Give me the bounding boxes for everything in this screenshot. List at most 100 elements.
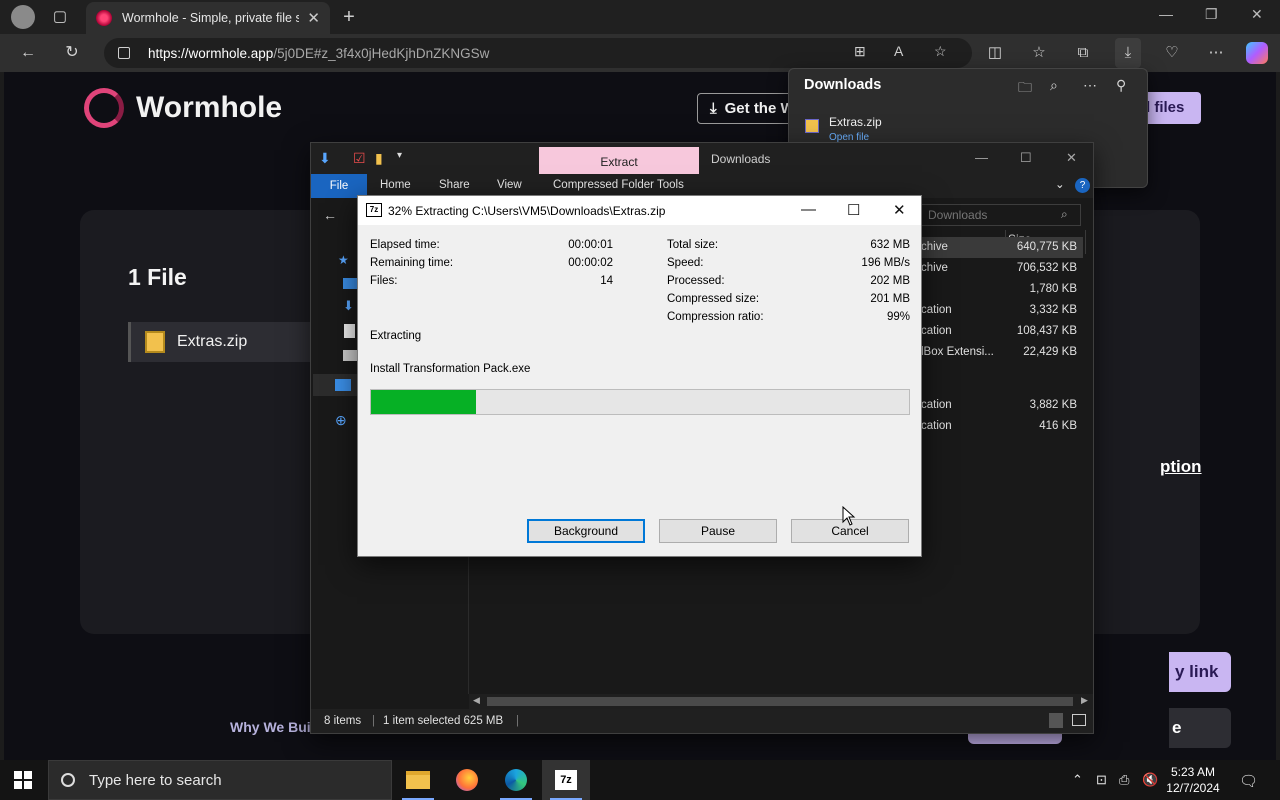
downloads-folder-icon[interactable]: ⬇ [343, 298, 354, 314]
more-options-icon[interactable]: ⋯ [1083, 77, 1097, 94]
app-available-icon[interactable]: ⊞ [854, 43, 866, 60]
maximize-window-icon[interactable]: ☐ [1020, 150, 1032, 166]
edge-taskbar-button[interactable] [492, 760, 540, 800]
minimize-dialog-icon[interactable]: — [801, 201, 816, 218]
ribbon-tab-home[interactable]: Home [380, 179, 411, 191]
download-item-name[interactable]: Extras.zip [829, 115, 882, 129]
option-link[interactable]: ption [1160, 457, 1202, 477]
file-size: 706,532 KB [1016, 262, 1077, 274]
help-icon[interactable]: ? [1075, 178, 1090, 193]
read-aloud-icon[interactable]: A [894, 43, 903, 59]
favorite-star-icon[interactable]: ☆ [934, 43, 947, 60]
stat-label: Processed: [667, 275, 725, 287]
open-folder-icon[interactable]: 🗀 [1018, 77, 1032, 101]
ribbon-tab-share[interactable]: Share [439, 179, 470, 191]
pin-icon[interactable]: ⚲ [1116, 77, 1126, 94]
browser-tab-wormhole[interactable]: Wormhole - Simple, private file sh ✕ [86, 2, 330, 34]
close-window-icon[interactable]: ✕ [1066, 150, 1077, 166]
stat-label: Speed: [667, 257, 704, 269]
notification-center-icon[interactable]: 🗨 [1239, 772, 1258, 790]
close-window-icon[interactable]: ✕ [1251, 6, 1263, 23]
7zip-icon: 7z [555, 770, 577, 790]
close-dialog-icon[interactable]: ✕ [893, 201, 906, 219]
pictures-folder-icon[interactable] [343, 350, 357, 361]
new-folder-icon[interactable]: ▮ [375, 150, 383, 167]
details-view-icon[interactable] [1049, 713, 1063, 728]
scroll-right-icon[interactable]: ▶ [1081, 695, 1088, 706]
favorites-icon[interactable]: ☆ [1027, 42, 1051, 64]
documents-folder-icon[interactable] [344, 324, 355, 338]
extract-tab[interactable]: Extract [539, 147, 699, 175]
current-file-name: Install Transformation Pack.exe [370, 363, 531, 375]
horizontal-scrollbar[interactable]: ◀ ▶ [469, 694, 1093, 709]
show-hidden-icons-icon[interactable]: ⌃ [1072, 772, 1083, 788]
browser-essentials-icon[interactable]: ♡ [1160, 42, 1184, 64]
ribbon-tab-compressed-folder-tools[interactable]: Compressed Folder Tools [553, 179, 684, 191]
quick-access-download-icon[interactable]: ⬇ [319, 150, 331, 167]
split-screen-icon[interactable]: ◫ [983, 42, 1007, 64]
scroll-left-icon[interactable]: ◀ [473, 695, 480, 706]
file-row[interactable]: chive 640,775 KB [919, 237, 1083, 258]
close-tab-icon[interactable]: ✕ [307, 9, 320, 27]
address-bar[interactable]: https://wormhole.app /5j0DE#z_3f4x0jHedK… [104, 38, 972, 68]
quick-access-star-icon[interactable]: ★ [338, 253, 349, 267]
dialog-title-bar: 7z 32% Extracting C:\Users\VM5\Downloads… [358, 196, 921, 225]
footer-link[interactable]: Why We Buil [230, 719, 314, 735]
file-row[interactable]: cation 3,332 KB [919, 300, 1083, 321]
stat-value: 14 [600, 275, 613, 287]
maximize-dialog-icon[interactable]: ☐ [847, 201, 860, 219]
stat-value: 632 MB [870, 239, 910, 251]
copilot-icon[interactable] [1246, 42, 1268, 64]
file-row[interactable]: cation 416 KB [919, 416, 1083, 437]
network-icon[interactable]: ⎙ [1119, 772, 1129, 788]
expand-ribbon-icon[interactable]: ⌄ [1055, 177, 1065, 191]
properties-icon[interactable]: ☑ [353, 150, 366, 167]
firefox-taskbar-button[interactable] [443, 760, 491, 800]
copy-link-button[interactable]: y link [1169, 652, 1231, 692]
ribbon-tab-view[interactable]: View [497, 179, 522, 191]
start-windows-icon[interactable] [14, 771, 32, 789]
file-row[interactable]: 1,780 KB [919, 279, 1083, 300]
file-row[interactable]: cation 108,437 KB [919, 321, 1083, 342]
clock-date: 12/7/2024 [1166, 781, 1220, 795]
desktop-folder-icon[interactable] [343, 278, 357, 289]
pause-button[interactable]: Pause [659, 519, 777, 543]
file-row[interactable]: cation 3,882 KB [919, 395, 1083, 416]
settings-more-icon[interactable]: ⋯ [1204, 42, 1228, 64]
secondary-button[interactable]: e [1169, 708, 1231, 748]
wormhole-logo[interactable]: Wormhole [84, 88, 282, 128]
back-icon[interactable]: ← [17, 42, 39, 64]
file-list-item[interactable]: Extras.zip [128, 322, 328, 362]
explorer-status-bar: 8 items | 1 item selected 625 MB | [311, 709, 1093, 733]
network-icon[interactable]: ⊕ [335, 412, 347, 429]
7zip-progress-dialog: 7z 32% Extracting C:\Users\VM5\Downloads… [357, 195, 922, 557]
refresh-icon[interactable]: ↻ [61, 42, 83, 64]
get-app-label: Get the W [724, 100, 795, 117]
file-size: 1,780 KB [1029, 283, 1077, 295]
file-explorer-taskbar-button[interactable] [394, 760, 442, 800]
selection-info: 1 item selected 625 MB [383, 715, 504, 727]
background-button[interactable]: Background [527, 519, 645, 543]
scrollbar-thumb[interactable] [487, 697, 1073, 706]
system-clock[interactable]: 5:23 AM 12/7/2024 [1160, 764, 1226, 796]
downloads-icon[interactable]: ⤓ [1115, 38, 1141, 68]
new-tab-icon[interactable]: + [338, 6, 360, 28]
minimize-window-icon[interactable]: — [1159, 6, 1173, 22]
restore-window-icon[interactable]: ❐ [1205, 6, 1218, 23]
collections-icon[interactable]: ⧉ [1071, 42, 1095, 64]
minimize-window-icon[interactable]: — [975, 150, 988, 165]
notification-app-icon[interactable]: ⊡ [1096, 772, 1107, 788]
large-icons-view-icon[interactable] [1072, 714, 1086, 726]
volume-muted-icon[interactable]: 🔇 [1142, 772, 1158, 788]
search-icon[interactable]: ⌕ [1050, 77, 1058, 94]
explorer-search-box[interactable]: Downloads [921, 204, 1081, 226]
customize-toolbar-icon[interactable]: ▾ [397, 150, 402, 161]
back-icon[interactable]: ← [323, 207, 337, 223]
tab-actions-icon[interactable]: ▢ [49, 6, 71, 28]
profile-avatar[interactable] [11, 5, 35, 29]
file-row[interactable]: chive 706,532 KB [919, 258, 1083, 279]
7zip-taskbar-button[interactable]: 7z [542, 760, 590, 800]
taskbar-search-box[interactable]: Type here to search [48, 760, 392, 800]
column-divider[interactable] [1085, 230, 1086, 254]
file-row[interactable]: lBox Extensi... 22,429 KB [919, 342, 1083, 363]
